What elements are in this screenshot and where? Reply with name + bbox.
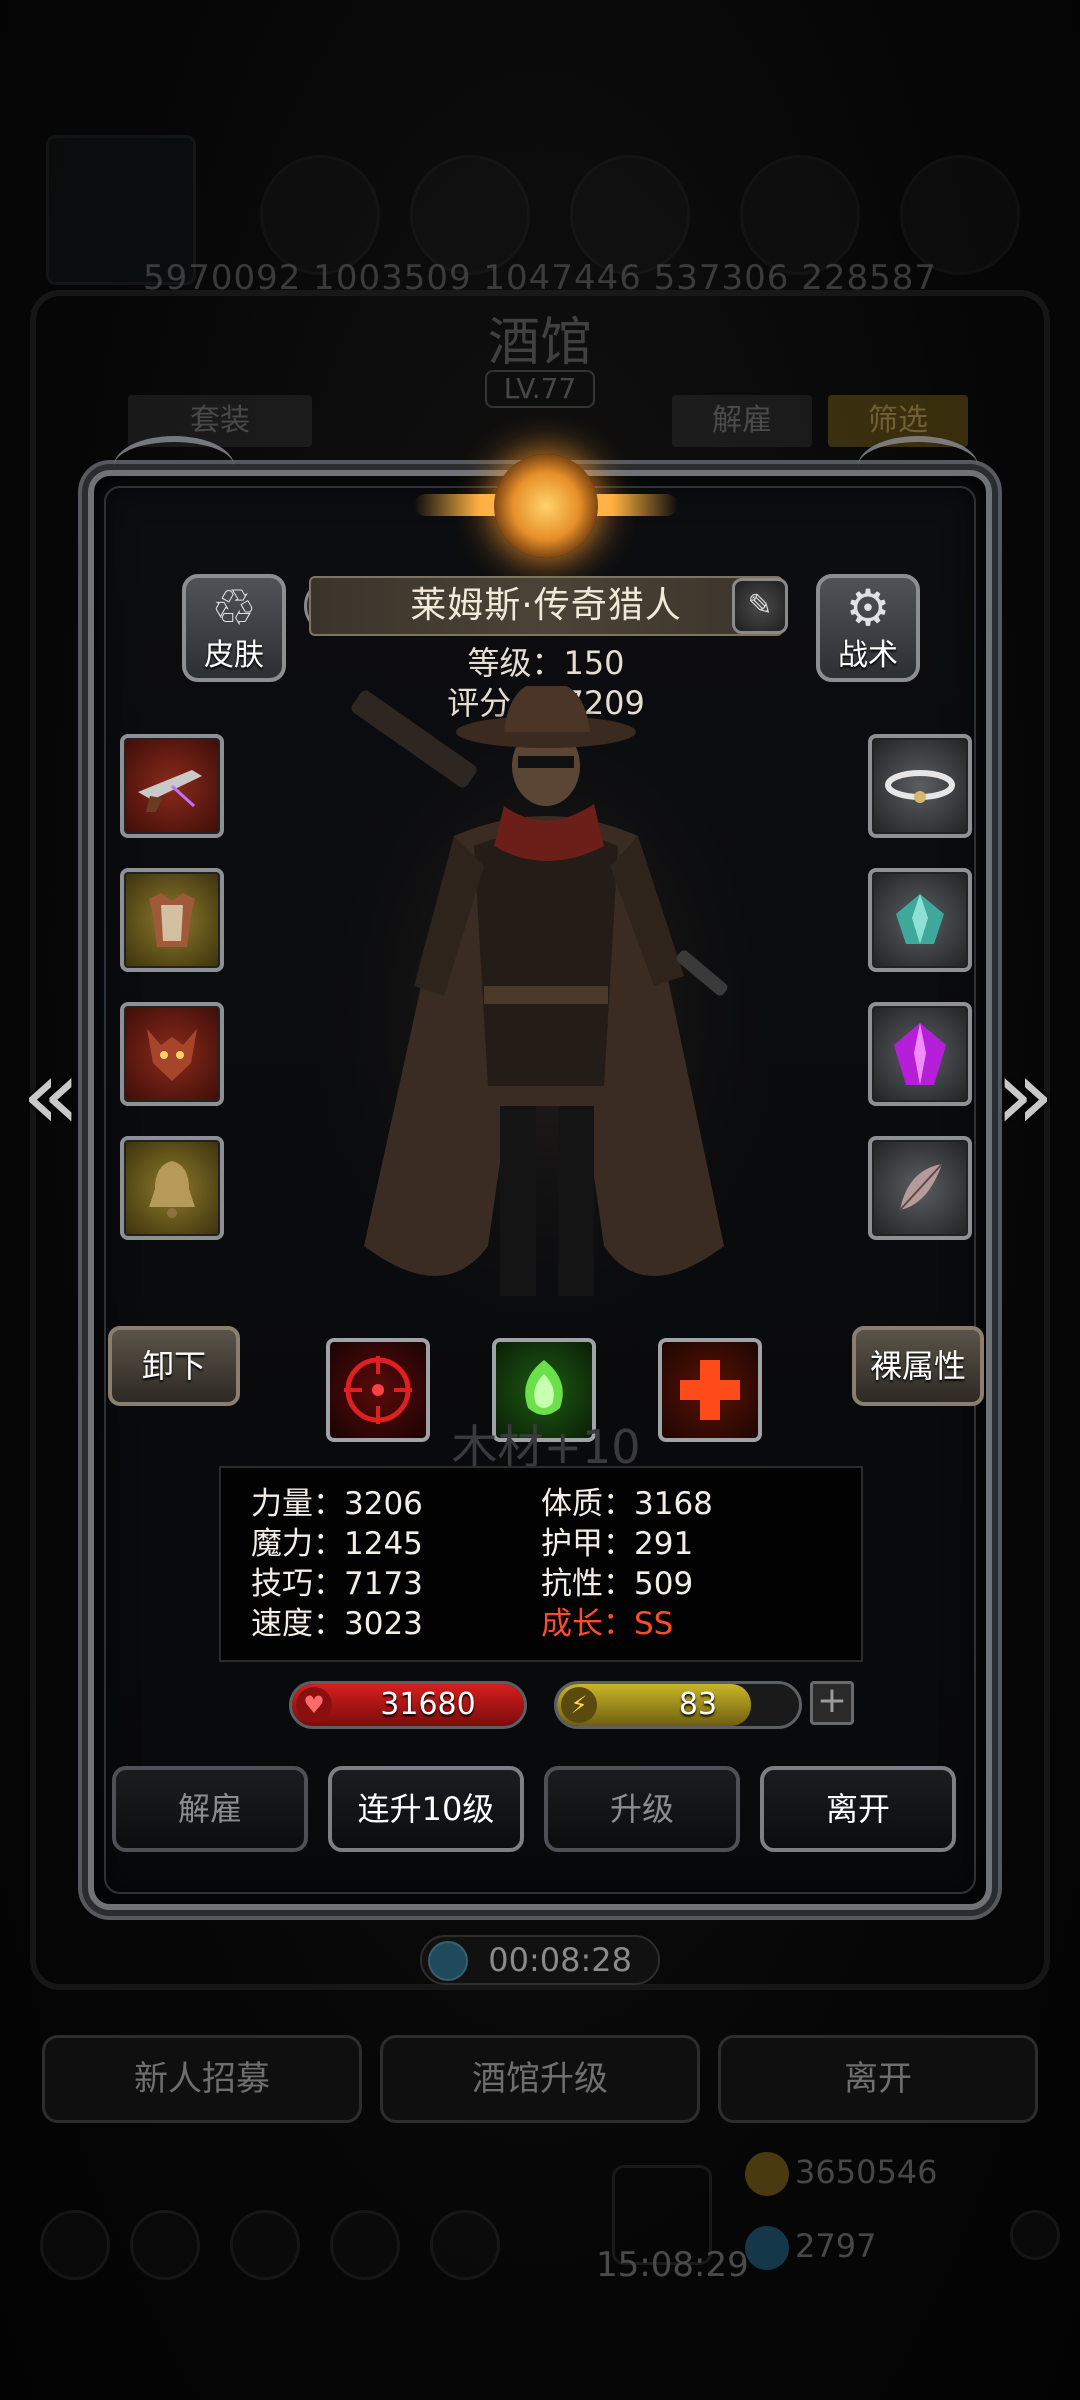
attr-skill: 技巧：7173: [251, 1566, 423, 1602]
recruit-button[interactable]: 新人招募: [42, 2035, 362, 2123]
attr-resistance: 抗性：509: [541, 1566, 694, 1602]
lightning-icon: ⚡: [561, 1687, 597, 1723]
hero-name: 莱姆斯·传奇猎人: [410, 585, 682, 626]
roster-orb-icon: [410, 155, 530, 275]
demon-mask-icon[interactable]: [120, 1002, 224, 1106]
heart-icon: ♥: [296, 1687, 332, 1723]
frame-ornament: [114, 436, 234, 496]
sun-emblem-icon: [494, 454, 598, 558]
next-hero-arrow-icon[interactable]: »: [990, 1047, 1060, 1143]
hero-name-bar: 莱姆斯·传奇猎人: [309, 576, 783, 636]
feather-icon[interactable]: [868, 1136, 972, 1240]
armor-icon[interactable]: [120, 868, 224, 972]
tavern-title: 酒馆: [487, 313, 592, 373]
gold-amount: 3650546: [795, 2153, 938, 2191]
clock-text: 15:08:29: [596, 2245, 749, 2285]
bottom-nav: [30, 2210, 1060, 2300]
gem-counter: 2797: [745, 2226, 876, 2270]
hp-value: 31680: [380, 1687, 476, 1722]
previous-hero-arrow-icon[interactable]: «: [16, 1047, 86, 1143]
edit-name-icon[interactable]: ✎: [732, 578, 788, 634]
leave-button[interactable]: 离开: [760, 1766, 956, 1852]
gold-coin-icon: [745, 2152, 789, 2196]
attr-magic: 魔力：1245: [251, 1526, 423, 1562]
pistol-icon[interactable]: [120, 734, 224, 838]
purple-gem-icon[interactable]: [868, 1002, 972, 1106]
energy-value: 83: [678, 1687, 718, 1722]
attr-growth: 成长：SS: [541, 1606, 674, 1642]
roster-orb-icon: [570, 155, 690, 275]
energy-bar: ⚡ 83: [554, 1681, 802, 1729]
gem-amount: 2797: [795, 2227, 877, 2265]
halo-ring-icon[interactable]: [868, 734, 972, 838]
base-attributes-button[interactable]: 裸属性: [852, 1326, 984, 1406]
nav-icon[interactable]: [130, 2210, 200, 2280]
nav-icon[interactable]: [430, 2210, 500, 2280]
shirt-icon: ♲: [211, 579, 257, 637]
nav-icon[interactable]: [330, 2210, 400, 2280]
hero-detail-dialog: ♲ 皮肤 ⚙ 战术 ✪ 莱姆斯·传奇猎人 ✎ 等级：150 评分：27209: [88, 436, 992, 1910]
timer-orb-icon: [428, 1941, 468, 1981]
attr-armor: 护甲：291: [541, 1526, 694, 1562]
tavern-level-badge: LV.77: [485, 370, 595, 408]
attr-constitution: 体质：3168: [541, 1486, 713, 1522]
crystal-icon[interactable]: [868, 868, 972, 972]
gem-icon: [745, 2226, 789, 2270]
upgrade-tavern-button[interactable]: 酒馆升级: [380, 2035, 700, 2123]
roster-orb-icon: [900, 155, 1020, 275]
dismiss-button[interactable]: 解雇: [112, 1766, 308, 1852]
nav-icon[interactable]: [40, 2210, 110, 2280]
add-icon[interactable]: [1010, 2210, 1060, 2260]
attr-speed: 速度：3023: [251, 1606, 423, 1642]
gold-counter: 3650546: [745, 2152, 938, 2196]
roster-orb-icon: [740, 155, 860, 275]
tavern-timer: 00:08:28: [420, 1935, 660, 1985]
hero-character-art: [306, 686, 786, 1366]
attribute-panel: 力量：3206 体质：3168 魔力：1245 护甲：291 技巧：7173 抗…: [219, 1466, 863, 1662]
add-energy-button[interactable]: +: [810, 1681, 854, 1725]
tab-dismiss[interactable]: 解雇: [672, 395, 812, 447]
gear-icon: ⚙: [845, 579, 891, 637]
frame-ornament: [858, 436, 978, 496]
attr-strength: 力量：3206: [251, 1486, 423, 1522]
upgrade-button[interactable]: 升级: [544, 1766, 740, 1852]
bell-icon[interactable]: [120, 1136, 224, 1240]
tavern-leave-button[interactable]: 离开: [718, 2035, 1038, 2123]
roster-orb-icon: [260, 155, 380, 275]
hp-bar: ♥ 31680: [289, 1681, 527, 1729]
level-up-10-button[interactable]: 连升10级: [328, 1766, 524, 1852]
nav-icon[interactable]: [230, 2210, 300, 2280]
unequip-button[interactable]: 卸下: [108, 1326, 240, 1406]
timer-text: 00:08:28: [488, 1941, 632, 1979]
